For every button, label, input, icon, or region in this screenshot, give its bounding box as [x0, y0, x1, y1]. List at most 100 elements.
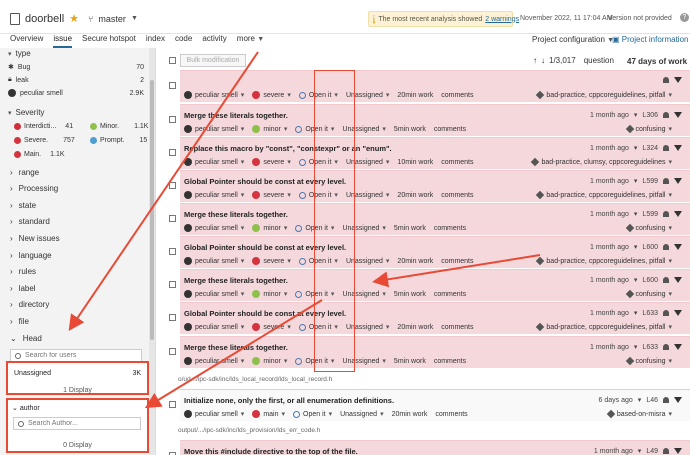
- help-icon[interactable]: ?: [680, 13, 689, 22]
- issue-card[interactable]: Global Pointer should be const at every …: [180, 170, 690, 202]
- chevron-down-icon[interactable]: ▾: [634, 210, 638, 218]
- issue-card[interactable]: Global Pointer should be const at every …: [180, 302, 690, 334]
- severity-prompt[interactable]: Prompt. 15: [90, 137, 147, 144]
- link-icon[interactable]: [663, 178, 669, 184]
- chevron-down-icon[interactable]: ▾: [638, 447, 642, 455]
- link-icon[interactable]: [663, 277, 669, 283]
- issue-checkbox[interactable]: [169, 182, 176, 189]
- tab-code[interactable]: code: [175, 34, 192, 48]
- facet-range[interactable]: › range: [10, 168, 39, 177]
- issue-severity[interactable]: severe ▾: [252, 158, 291, 166]
- issue-card[interactable]: Global Pointer should be const at every …: [180, 236, 690, 268]
- issue-tags[interactable]: bad-practice, cppcoreguidelines, pitfall…: [536, 322, 672, 332]
- issue-status[interactable]: Open it ▾: [293, 410, 332, 418]
- issue-tags[interactable]: bad-practice, cppcoreguidelines, pitfall…: [536, 90, 672, 100]
- link-icon[interactable]: [663, 397, 669, 403]
- facet-file[interactable]: › file: [10, 317, 29, 326]
- issue-line[interactable]: L49: [646, 448, 658, 455]
- issue-comments[interactable]: comments: [434, 358, 466, 365]
- issue-row[interactable]: Merge these literals together. 1 month ag…: [162, 104, 690, 138]
- filter-icon[interactable]: [674, 344, 682, 350]
- issue-tags[interactable]: bad-practice, cppcoreguidelines, pitfall…: [536, 256, 672, 266]
- issue-tags[interactable]: bad-practice, clumsy, cppcoreguidelines ▾: [531, 157, 672, 167]
- filter-icon[interactable]: [674, 448, 682, 454]
- issue-card[interactable]: Merge these literals together. 1 month ag…: [180, 203, 690, 235]
- issue-type[interactable]: peculiar smell ▾: [184, 410, 244, 418]
- issue-card[interactable]: Move this #include directive to the top …: [180, 440, 690, 455]
- issue-comments[interactable]: comments: [434, 291, 466, 298]
- issue-tags[interactable]: confusing ▾: [625, 289, 672, 299]
- issue-severity[interactable]: minor ▾: [252, 357, 287, 365]
- issue-line[interactable]: L599: [642, 178, 658, 185]
- issue-checkbox[interactable]: [169, 248, 176, 255]
- type-leak[interactable]: 🔒︎ leak 2: [8, 76, 144, 84]
- issue-message[interactable]: Merge these literals together.: [184, 210, 288, 219]
- issue-severity[interactable]: main ▾: [252, 410, 285, 418]
- type-facet-header[interactable]: ▾ type: [8, 49, 31, 58]
- issue-tags[interactable]: bad-practice, cppcoreguidelines, pitfall…: [536, 190, 672, 200]
- tab-activity[interactable]: activity: [202, 34, 226, 48]
- filter-icon[interactable]: [674, 112, 682, 118]
- severity-main[interactable]: Main. 1.1K: [14, 151, 65, 158]
- warnings-link[interactable]: 2 warnings: [485, 16, 519, 23]
- issue-message[interactable]: Merge these literals together.: [184, 276, 288, 285]
- issue-card[interactable]: peculiar smell ▾ severe ▾ Open it ▾ Unassigned…: [180, 70, 690, 102]
- issue-checkbox[interactable]: [169, 82, 176, 89]
- project-configuration-menu[interactable]: Project configuration ▼: [532, 35, 614, 44]
- arrow-up-icon[interactable]: ↑: [533, 56, 537, 65]
- issue-type[interactable]: peculiar smell ▾: [184, 290, 244, 298]
- issue-comments[interactable]: comments: [441, 258, 473, 265]
- issue-row[interactable]: Merge these literals together. 1 month ag…: [162, 269, 690, 303]
- issue-type[interactable]: peculiar smell ▾: [184, 125, 244, 133]
- chevron-down-icon[interactable]: ▼: [131, 15, 138, 22]
- project-information-link[interactable]: ▣ Project information: [612, 35, 688, 44]
- search-author-input[interactable]: [28, 420, 138, 427]
- filter-icon[interactable]: [674, 277, 682, 283]
- issue-checkbox[interactable]: [169, 281, 176, 288]
- issue-checkbox[interactable]: [169, 314, 176, 321]
- search-users-input[interactable]: [25, 352, 135, 359]
- issue-severity[interactable]: minor ▾: [252, 125, 287, 133]
- link-icon[interactable]: [663, 310, 669, 316]
- link-icon[interactable]: [663, 145, 669, 151]
- facet-new-issues[interactable]: › New issues: [10, 234, 60, 243]
- tab-issue[interactable]: issue: [53, 34, 73, 48]
- issue-severity[interactable]: minor ▾: [252, 224, 287, 232]
- link-icon[interactable]: [663, 448, 669, 454]
- sidebar-scroll-thumb[interactable]: [150, 80, 154, 340]
- issue-comments[interactable]: comments: [435, 411, 467, 418]
- issue-card[interactable]: Merge these literals together. 1 month ag…: [180, 269, 690, 301]
- issue-row[interactable]: Global Pointer should be const at every …: [162, 170, 690, 204]
- issue-row[interactable]: Global Pointer should be const at every …: [162, 236, 690, 270]
- issue-row[interactable]: Merge these literals together. 1 month ag…: [162, 336, 690, 370]
- issue-type[interactable]: peculiar smell ▾: [184, 323, 244, 331]
- facet-head[interactable]: ⌄ Head: [10, 334, 42, 343]
- issue-message[interactable]: Initialize none, only the first, or all …: [184, 396, 394, 405]
- issue-row[interactable]: Merge these literals together. 1 month ag…: [162, 203, 690, 237]
- arrow-down-icon[interactable]: ↓: [541, 56, 545, 65]
- chevron-down-icon[interactable]: ▾: [634, 144, 638, 152]
- facet-state[interactable]: › state: [10, 201, 36, 210]
- project-name[interactable]: doorbell: [25, 13, 64, 25]
- issue-line[interactable]: L633: [642, 344, 658, 351]
- issue-checkbox[interactable]: [169, 215, 176, 222]
- issue-checkbox[interactable]: [169, 401, 176, 408]
- issue-tags[interactable]: confusing ▾: [625, 223, 672, 233]
- facet-rules[interactable]: › rules: [10, 267, 36, 276]
- issue-comments[interactable]: comments: [441, 159, 473, 166]
- link-icon[interactable]: [663, 77, 669, 83]
- issue-type[interactable]: peculiar smell ▾: [184, 357, 244, 365]
- facet-standard[interactable]: › standard: [10, 217, 50, 226]
- issue-checkbox[interactable]: [169, 149, 176, 156]
- issue-message[interactable]: Move this #include directive to the top …: [184, 447, 358, 455]
- issue-tags[interactable]: based-on-misra ▾: [606, 409, 672, 419]
- issue-checkbox[interactable]: [169, 348, 176, 355]
- issue-card[interactable]: Merge these literals together. 1 month ag…: [180, 336, 690, 368]
- type-bug[interactable]: ✱ Bug 70: [8, 63, 144, 72]
- filter-icon[interactable]: [674, 178, 682, 184]
- issue-message[interactable]: Merge these literals together.: [184, 343, 288, 352]
- type-peculiar-smell[interactable]: peculiar smell 2.9K: [8, 89, 144, 97]
- severity-facet-header[interactable]: ▾ Severity: [8, 108, 44, 117]
- issue-severity[interactable]: severe ▾: [252, 323, 291, 331]
- issue-row[interactable]: peculiar smell ▾ severe ▾ Open it ▾ Unassigned…: [162, 70, 690, 104]
